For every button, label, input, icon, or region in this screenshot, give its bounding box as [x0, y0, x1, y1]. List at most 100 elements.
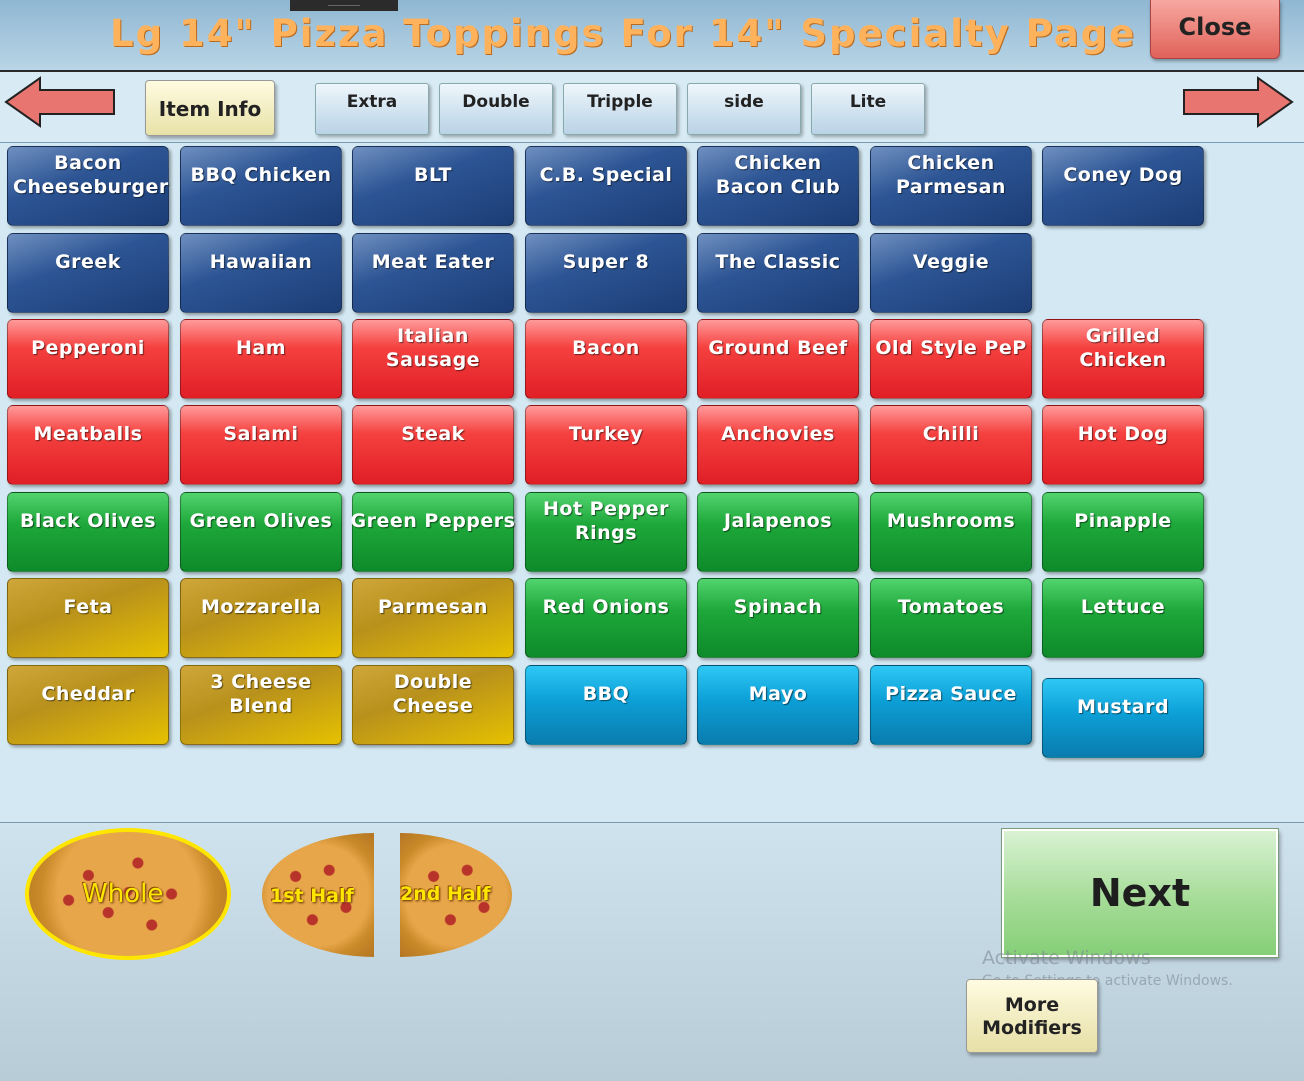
topping-label: Jalapenos	[723, 510, 833, 532]
topping-label: Veggie	[912, 251, 990, 273]
topping-label: Pepperoni	[31, 337, 145, 359]
more-modifiers-button[interactable]: More Modifiers	[966, 979, 1098, 1053]
topping-button[interactable]: Old Style PeP	[870, 319, 1032, 399]
topping-label: Mozzarella	[200, 596, 321, 618]
topping-label: Meat Eater	[371, 251, 495, 273]
topping-button[interactable]: Anchovies	[697, 405, 859, 485]
topping-button[interactable]: Italian Sausage	[352, 319, 514, 399]
topping-button[interactable]: Ham	[180, 319, 342, 399]
topping-button[interactable]: Spinach	[697, 578, 859, 658]
topping-label: Double Cheese	[392, 671, 474, 717]
toppings-grid: Bacon Cheeseburger BBQ Chicken BLT C.B. …	[0, 145, 1304, 820]
topping-button[interactable]: Feta	[7, 578, 169, 658]
topping-button[interactable]: Hot Dog	[1042, 405, 1204, 485]
topping-label: Coney Dog	[1063, 164, 1183, 186]
topping-label: Chicken Bacon Club	[715, 152, 841, 198]
topping-button[interactable]: Red Onions	[525, 578, 687, 658]
topping-button[interactable]: Bacon	[525, 319, 687, 399]
topping-button[interactable]: Black Olives	[7, 492, 169, 572]
first-half-label: 1st Half	[270, 885, 354, 907]
topping-button[interactable]: Cheddar	[7, 665, 169, 745]
modifier-side-button[interactable]: side	[687, 83, 801, 135]
topping-button[interactable]: Chilli	[870, 405, 1032, 485]
topping-button[interactable]: Mushrooms	[870, 492, 1032, 572]
topping-label: Spinach	[733, 596, 823, 618]
topping-button[interactable]: Ground Beef	[697, 319, 859, 399]
activation-watermark-title: Activate Windows	[982, 947, 1151, 969]
topping-label: Tomatoes	[897, 596, 1005, 618]
topping-button[interactable]: Coney Dog	[1042, 146, 1204, 226]
topping-button[interactable]: Salami	[180, 405, 342, 485]
topping-button[interactable]: Double Cheese	[352, 665, 514, 745]
topping-button[interactable]: BLT	[352, 146, 514, 226]
topping-button[interactable]: Hawaiian	[180, 233, 342, 313]
modifier-extra-button[interactable]: Extra	[315, 83, 429, 135]
topping-label: The Classic	[715, 251, 841, 273]
topping-label: Mustard	[1076, 696, 1170, 718]
topping-button[interactable]: Meat Eater	[352, 233, 514, 313]
topping-button[interactable]: Mozzarella	[180, 578, 342, 658]
topping-button[interactable]: Parmesan	[352, 578, 514, 658]
topping-label: Black Olives	[19, 510, 157, 532]
topping-label: 3 Cheese Blend	[210, 671, 312, 717]
whole-pizza-label: Whole	[82, 879, 164, 909]
topping-button[interactable]: Super 8	[525, 233, 687, 313]
topping-label: BBQ Chicken	[190, 164, 332, 186]
topping-label: Ground Beef	[708, 337, 848, 359]
modifier-double-button[interactable]: Double	[439, 83, 553, 135]
topping-button[interactable]: Tomatoes	[870, 578, 1032, 658]
topping-button[interactable]: Green Olives	[180, 492, 342, 572]
topping-button[interactable]: Mustard	[1042, 678, 1204, 758]
topping-button[interactable]: Pinapple	[1042, 492, 1204, 572]
close-button[interactable]: Close	[1150, 0, 1280, 59]
topping-label: Hot Dog	[1077, 423, 1169, 445]
topping-button[interactable]: Grilled Chicken	[1042, 319, 1204, 399]
topping-button[interactable]: Lettuce	[1042, 578, 1204, 658]
topping-label: Greek	[55, 251, 121, 273]
topping-button[interactable]: Turkey	[525, 405, 687, 485]
next-button[interactable]: Next	[1001, 828, 1279, 958]
topping-button[interactable]: Chicken Bacon Club	[697, 146, 859, 226]
topping-label: Mushrooms	[886, 510, 1016, 532]
topping-label: Feta	[63, 596, 113, 618]
topping-label: Meatballs	[33, 423, 143, 445]
item-info-button[interactable]: Item Info	[145, 80, 275, 136]
topping-label: Green Peppers	[350, 510, 516, 532]
topping-button[interactable]: Mayo	[697, 665, 859, 745]
topping-label: Old Style PeP	[875, 337, 1027, 359]
topping-label: Ham	[235, 337, 287, 359]
topping-label: Red Onions	[542, 596, 670, 618]
topping-label: Bacon Cheeseburger	[13, 152, 169, 198]
topping-button[interactable]: Pepperoni	[7, 319, 169, 399]
topping-label: Mayo	[748, 683, 808, 705]
modifier-tripple-button[interactable]: Tripple	[563, 83, 677, 135]
topping-button[interactable]: 3 Cheese Blend	[180, 665, 342, 745]
page-title: Lg 14" Pizza Toppings For 14" Specialty …	[110, 12, 1137, 55]
next-page-arrow-icon[interactable]	[1182, 76, 1294, 128]
topping-button[interactable]: Green Peppers	[350, 492, 516, 572]
topping-label: Super 8	[562, 251, 650, 273]
topping-button[interactable]: Bacon Cheeseburger	[7, 146, 169, 226]
topping-label: Bacon	[572, 337, 640, 359]
modifier-lite-button[interactable]: Lite	[811, 83, 925, 135]
topping-label: Cheddar	[41, 683, 135, 705]
topping-button[interactable]: C.B. Special	[525, 146, 687, 226]
more-modifiers-label-line2: Modifiers	[982, 1017, 1082, 1039]
topping-button[interactable]: Meatballs	[7, 405, 169, 485]
topping-button[interactable]: Steak	[352, 405, 514, 485]
topping-label: BLT	[414, 164, 452, 186]
topping-label: Hawaiian	[209, 251, 313, 273]
topping-button[interactable]: BBQ Chicken	[180, 146, 342, 226]
topping-button[interactable]: Pizza Sauce	[870, 665, 1032, 745]
topping-button[interactable]: Veggie	[870, 233, 1032, 313]
topping-button[interactable]: Greek	[7, 233, 169, 313]
topping-button[interactable]: Hot Pepper Rings	[525, 492, 687, 572]
topping-button[interactable]: Chicken Parmesan	[870, 146, 1032, 226]
topping-button[interactable]: The Classic	[697, 233, 859, 313]
topping-label: Turkey	[568, 423, 644, 445]
topping-label: Green Olives	[189, 510, 333, 532]
topping-button[interactable]: BBQ	[525, 665, 687, 745]
second-half-label: 2nd Half	[400, 883, 491, 905]
previous-page-arrow-icon[interactable]	[4, 76, 116, 128]
topping-button[interactable]: Jalapenos	[697, 492, 859, 572]
